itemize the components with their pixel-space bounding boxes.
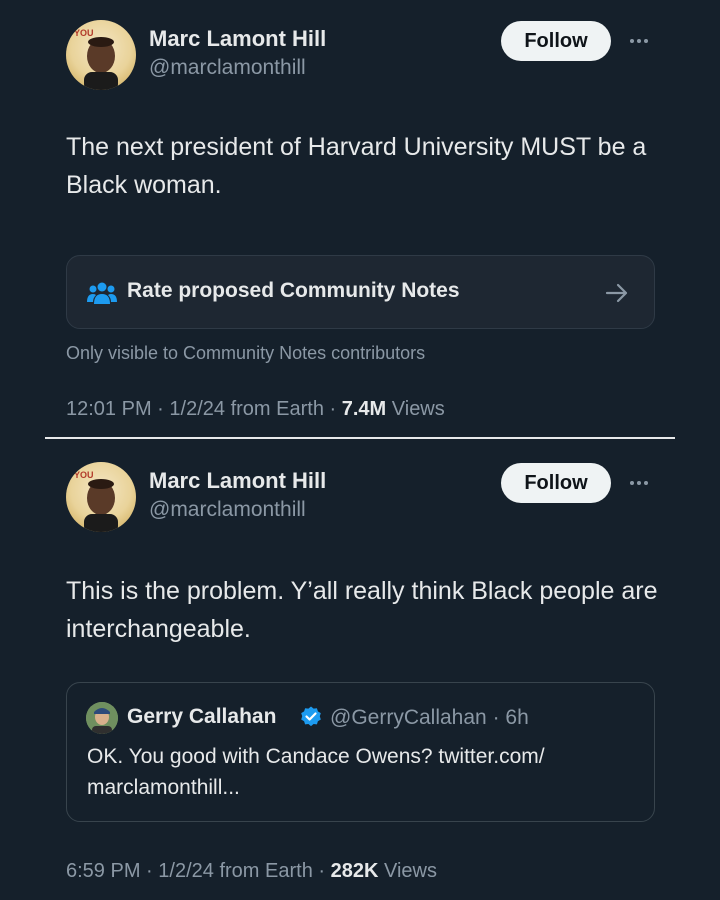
author-handle[interactable]: @marclamonthill xyxy=(149,498,306,522)
svg-text:YOU: YOU xyxy=(74,470,94,480)
tweet-main: YOU Marc Lamont Hill @marclamonthill Fol… xyxy=(0,0,720,440)
more-icon[interactable] xyxy=(624,468,654,498)
visibility-note: Only visible to Community Notes contribu… xyxy=(66,343,426,363)
community-notes-icon xyxy=(87,282,117,304)
tweet-date[interactable]: 1/2/24 xyxy=(169,398,225,420)
quote-avatar xyxy=(86,702,118,734)
tweet-source: from Earth xyxy=(219,860,313,882)
tweet-meta: 6:59 PM · 1/2/24 from Earth · 282K Views xyxy=(66,860,437,882)
divider xyxy=(45,437,675,439)
author-name[interactable]: Marc Lamont Hill xyxy=(149,26,326,52)
quote-handle: @GerryCallahan · 6h xyxy=(330,706,529,729)
tweet-meta: 12:01 PM · 1/2/24 from Earth · 7.4M View… xyxy=(66,398,445,420)
tweet-text: This is the problem. Y’all really think … xyxy=(66,577,658,643)
tweet-source: from Earth xyxy=(230,398,324,420)
views-label: Views xyxy=(383,860,437,882)
quote-text: OK. You good with Candace Owens? twitter… xyxy=(87,745,545,799)
arrow-right-icon xyxy=(605,283,628,303)
views-count: 7.4M xyxy=(341,398,387,420)
follow-button[interactable]: Follow xyxy=(501,463,611,503)
tweet-time[interactable]: 12:01 PM xyxy=(66,398,152,420)
quote-author-name: Gerry Callahan xyxy=(127,705,277,728)
rate-community-notes-button[interactable]: Rate proposed Community Notes xyxy=(66,255,655,329)
tweet-time[interactable]: 6:59 PM xyxy=(66,860,140,882)
more-icon[interactable] xyxy=(624,26,654,56)
tweet-date[interactable]: 1/2/24 xyxy=(158,860,214,882)
author-avatar[interactable]: YOU xyxy=(66,462,136,532)
community-notes-label: Rate proposed Community Notes xyxy=(127,279,460,302)
views-label: Views xyxy=(391,398,445,420)
follow-button[interactable]: Follow xyxy=(501,21,611,61)
tweet-text: The next president of Harvard University… xyxy=(66,133,647,199)
views-count: 282K xyxy=(330,860,379,882)
verified-badge-icon xyxy=(301,706,321,727)
author-handle[interactable]: @marclamonthill xyxy=(149,56,306,80)
svg-text:YOU: YOU xyxy=(74,28,94,38)
quoted-tweet[interactable]: Gerry Callahan @GerryCallahan · 6h OK. Y… xyxy=(66,682,655,822)
author-name[interactable]: Marc Lamont Hill xyxy=(149,468,326,494)
tweet-reply: YOU Marc Lamont Hill @marclamonthill Fol… xyxy=(0,442,720,900)
author-avatar[interactable]: YOU xyxy=(66,20,136,90)
